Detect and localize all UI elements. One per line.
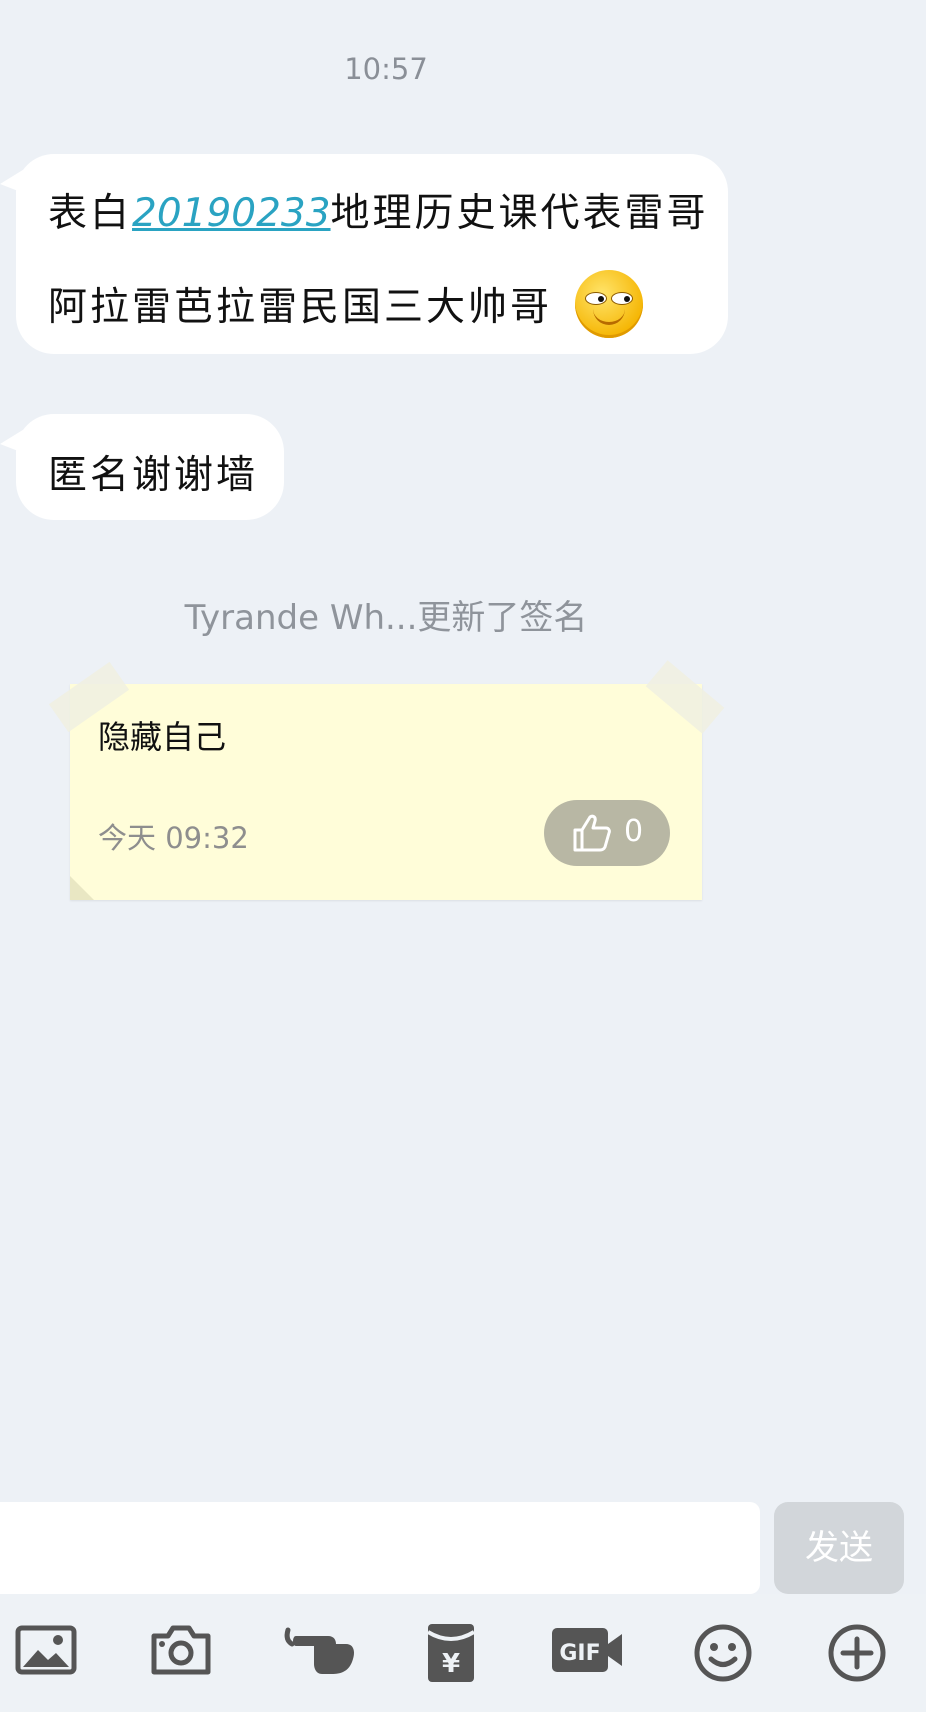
message-text: 匿名谢谢墙 [48, 453, 259, 498]
number-link[interactable]: 20190233 [132, 191, 331, 236]
message-line-2: 阿拉雷芭拉雷民国三大帅哥 [48, 270, 644, 338]
message-text: 阿拉雷芭拉雷民国三大帅哥 [48, 285, 553, 330]
thumbs-up-icon [573, 814, 611, 852]
plus-icon[interactable] [826, 1622, 896, 1684]
like-count: 0 [624, 814, 644, 849]
message-text: 表白 [48, 191, 133, 236]
signature-card[interactable]: 隐藏自己 今天 09:32 0 [70, 684, 702, 900]
image-icon[interactable] [14, 1622, 90, 1684]
smirk-emoji-icon [575, 270, 644, 338]
input-toolbar: ¥ GIF [0, 1594, 926, 1712]
red-packet-icon[interactable]: ¥ [424, 1622, 480, 1684]
camera-icon[interactable] [148, 1622, 218, 1684]
message-text: 地理历史课代表雷哥 [330, 191, 709, 236]
like-button[interactable]: 0 [544, 800, 670, 866]
emoji-icon[interactable] [692, 1622, 762, 1684]
chat-bubble-2[interactable]: 匿名谢谢墙 [16, 414, 284, 520]
message-timestamp: 10:57 [344, 52, 428, 86]
poke-hand-icon[interactable] [282, 1622, 362, 1684]
send-button[interactable]: 发送 [774, 1502, 904, 1594]
message-line-1: 表白20190233地理历史课代表雷哥 [48, 182, 709, 238]
message-input[interactable] [0, 1502, 760, 1594]
signature-time: 今天 09:32 [98, 821, 249, 855]
system-notice: Tyrande Wh...更新了签名 [184, 598, 588, 638]
chat-bubble-1[interactable]: 表白20190233地理历史课代表雷哥 阿拉雷芭拉雷民国三大帅哥 [16, 154, 728, 354]
gif-label: GIF [559, 1641, 600, 1666]
card-fold [70, 876, 94, 900]
gif-icon[interactable]: GIF [550, 1622, 626, 1684]
svg-text:¥: ¥ [442, 1649, 460, 1679]
signature-text: 隐藏自己 [98, 718, 227, 756]
